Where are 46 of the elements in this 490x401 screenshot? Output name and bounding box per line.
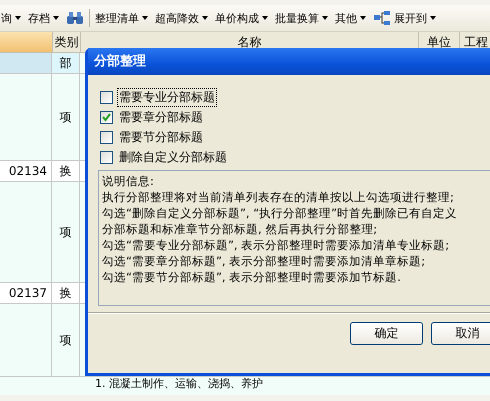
table-cell: 项: [52, 304, 80, 376]
caret-icon[interactable]: [15, 16, 21, 20]
toolbar-menu[interactable]: 其他: [335, 10, 357, 26]
checkbox-label[interactable]: 需要章分部标题: [117, 108, 205, 127]
info-text-line: 勾选“需要节分部标题”, 表示分部整理时需要添加节标题.: [102, 269, 402, 285]
info-text-line: 勾选“需要章分部标题”, 表示分部整理时需要添加清单章标题;: [102, 253, 426, 269]
caret-icon[interactable]: [322, 16, 328, 20]
table-cell: 项: [52, 182, 80, 282]
table-cell: 02134: [0, 161, 52, 181]
caret-icon[interactable]: [53, 16, 59, 20]
table-cell: 部: [52, 53, 80, 73]
info-text-line: 勾选“需要专业分部标题”, 表示分部整理时需要添加清单专业标题;: [102, 237, 450, 253]
dialog-title: 分部整理: [88, 48, 490, 75]
info-text-line: 分部标题和标准章节分部标题, 然后再执行分部整理;: [102, 221, 378, 237]
info-text-line: 执行分部整理将对当前清单列表存在的清单按以上勾选项进行整理;: [102, 189, 455, 205]
caret-icon[interactable]: [142, 16, 148, 20]
table-cell-text: 1. 混凝土制作、运输、浇捣、养护: [95, 377, 264, 390]
checkbox-label[interactable]: 需要节分部标题: [117, 128, 205, 147]
caret-icon[interactable]: [360, 16, 366, 20]
info-text-line: 勾选“删除自定义分部标题”, “执行分部整理”时首先删除已有自定义: [102, 205, 458, 221]
checkbox[interactable]: [100, 91, 113, 104]
checkbox[interactable]: [100, 151, 113, 164]
checkbox-label[interactable]: 需要专业分部标题: [117, 88, 217, 107]
checkbox-label[interactable]: 删除自定义分部标题: [117, 148, 229, 167]
caret-icon[interactable]: [202, 16, 208, 20]
toolbar-menu[interactable]: 批量换算: [275, 10, 319, 26]
toolbar-menu[interactable]: 超高降效: [155, 10, 199, 26]
checkbox[interactable]: [100, 131, 113, 144]
toolbar-menu[interactable]: 展开到: [394, 10, 427, 26]
table-cell: 02137: [0, 283, 52, 303]
ok-button[interactable]: 确定: [350, 322, 423, 345]
table-cell: 项: [52, 74, 80, 160]
checkbox[interactable]: [100, 111, 113, 124]
binoculars-icon[interactable]: [66, 11, 84, 25]
caret-icon[interactable]: [262, 16, 268, 20]
toolbar-menu[interactable]: 整理清单: [95, 10, 139, 26]
toolbar-menu[interactable]: 存档: [28, 10, 50, 26]
column-header[interactable]: 类别: [53, 32, 81, 52]
table-cell: 换: [52, 283, 80, 303]
toolbar-menu[interactable]: 询: [1, 10, 12, 26]
tree-icon[interactable]: [373, 10, 391, 26]
toolbar-menu[interactable]: 单价构成: [215, 10, 259, 26]
cancel-button[interactable]: 取消: [431, 322, 490, 345]
info-text-line: 说明信息:: [102, 173, 155, 189]
caret-icon[interactable]: [430, 16, 436, 20]
table-cell: 换: [52, 161, 80, 181]
